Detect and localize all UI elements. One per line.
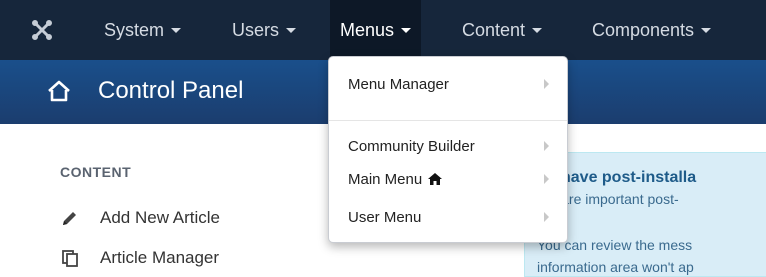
top-navbar: System Users Menus Content Components xyxy=(0,0,766,60)
dropdown-item-label: Main Menu xyxy=(348,170,423,188)
caret-down-icon xyxy=(401,27,412,33)
copy-icon xyxy=(60,248,80,268)
submenu-arrow-icon xyxy=(544,174,549,184)
dropdown-item-label: Menu Manager xyxy=(348,75,449,93)
page-title: Control Panel xyxy=(98,77,244,104)
nav-menu-components[interactable]: Components xyxy=(592,0,712,60)
nav-menu-label: Components xyxy=(592,19,695,40)
home-icon xyxy=(428,173,443,185)
submenu-arrow-icon xyxy=(544,141,549,151)
dropdown-item-menu-manager[interactable]: Menu Manager xyxy=(329,71,567,97)
menus-dropdown: Menu Manager Community Builder Main Menu… xyxy=(328,56,568,243)
nav-menu-menus[interactable]: Menus xyxy=(330,0,422,60)
caret-down-icon xyxy=(532,27,543,33)
submenu-arrow-icon xyxy=(544,212,549,222)
caret-down-icon xyxy=(286,27,297,33)
sidebar-section-title: CONTENT xyxy=(60,164,132,180)
nav-menu-users[interactable]: Users xyxy=(232,0,297,60)
dropdown-item-user-menu[interactable]: User Menu xyxy=(329,204,567,230)
nav-menu-system[interactable]: System xyxy=(104,0,182,60)
alert-text-line: information area won't ap xyxy=(537,259,694,275)
sidebar-link-label: Add New Article xyxy=(100,208,220,227)
nav-menu-content[interactable]: Content xyxy=(462,0,543,60)
sidebar-link-label: Article Manager xyxy=(100,248,220,267)
pencil-icon xyxy=(60,208,80,228)
dropdown-item-main-menu[interactable]: Main Menu xyxy=(329,166,567,192)
dropdown-item-label: User Menu xyxy=(348,208,422,226)
dropdown-divider xyxy=(329,120,567,121)
submenu-arrow-icon xyxy=(544,79,549,89)
caret-down-icon xyxy=(701,27,712,33)
nav-menu-label: System xyxy=(104,19,165,40)
joomla-logo-icon[interactable] xyxy=(30,0,54,60)
nav-menu-label: Content xyxy=(462,19,526,40)
nav-menu-label: Menus xyxy=(340,19,395,40)
dropdown-item-label: Community Builder xyxy=(348,137,475,155)
nav-menu-label: Users xyxy=(232,19,280,40)
caret-down-icon xyxy=(171,27,182,33)
home-icon xyxy=(48,80,70,102)
dropdown-item-community-builder[interactable]: Community Builder xyxy=(329,133,567,159)
sidebar-link-add-new-article[interactable]: Add New Article xyxy=(60,206,220,230)
sidebar-link-article-manager[interactable]: Article Manager xyxy=(60,246,219,270)
